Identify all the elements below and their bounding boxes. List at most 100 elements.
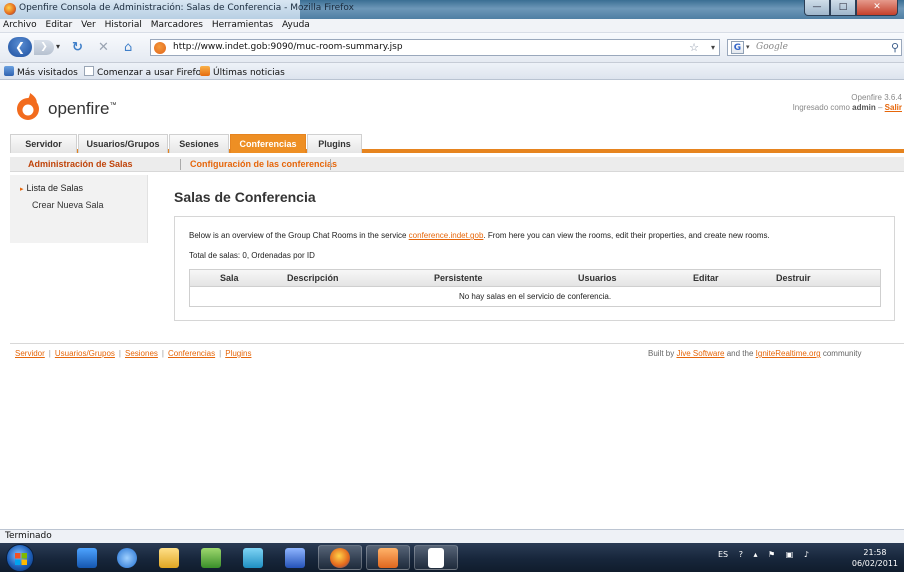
language-indicator[interactable]: ES: [718, 550, 728, 559]
clock[interactable]: 21:58 06/02/2011: [852, 547, 898, 569]
taskbar-app[interactable]: [234, 545, 272, 570]
sidebar: ▸ Lista de Salas Crear Nueva Sala: [10, 175, 148, 243]
taskbar-document[interactable]: [414, 545, 458, 570]
page-content: openfire™ Openfire 3.6.4 Ingresado como …: [0, 81, 904, 529]
status-text: Terminado: [5, 531, 52, 541]
tab-usuarios-grupos[interactable]: Usuarios/Grupos: [78, 134, 168, 153]
url-dropdown-icon[interactable]: ▾: [711, 43, 715, 52]
footer-separator: |: [118, 349, 121, 358]
media-player-icon: [77, 547, 97, 568]
reload-icon[interactable]: ↻: [72, 40, 83, 55]
flag-icon[interactable]: ⚑: [768, 550, 775, 559]
column-sala: Sala: [220, 273, 239, 283]
menu-editar[interactable]: Editar: [43, 19, 76, 31]
subtab-administracion-salas[interactable]: Administración de Salas: [28, 159, 133, 169]
start-button[interactable]: [6, 544, 34, 572]
taskbar-firefox[interactable]: [318, 545, 362, 570]
rss-icon: [200, 66, 210, 76]
sidebar-item-lista-salas[interactable]: ▸ Lista de Salas: [20, 183, 83, 193]
menu-archivo[interactable]: Archivo: [0, 19, 40, 31]
bookmark-label: Comenzar a usar Firefox: [97, 68, 207, 78]
logo-text: openfire™: [48, 99, 116, 119]
bookmark-latest-news[interactable]: Últimas noticias: [200, 66, 285, 78]
taskbar-window[interactable]: [366, 545, 410, 570]
taskbar-media-player[interactable]: [68, 545, 106, 570]
tab-servidor[interactable]: Servidor: [10, 134, 77, 153]
rooms-panel: Below is an overview of the Group Chat R…: [174, 216, 895, 321]
intro-after: . From here you can view the rooms, edit…: [483, 231, 770, 240]
forward-button[interactable]: ❯: [34, 40, 54, 55]
sidebar-item-label: Lista de Salas: [26, 183, 84, 193]
history-dropdown-icon[interactable]: ▾: [56, 42, 60, 51]
url-text[interactable]: http://www.indet.gob:9090/muc-room-summa…: [173, 42, 403, 52]
menu-ver[interactable]: Ver: [78, 19, 99, 31]
footer-separator: |: [48, 349, 51, 358]
tray-expand-icon[interactable]: ▴: [753, 550, 757, 559]
igniterealtime-link[interactable]: IgniteRealtime.org: [756, 349, 821, 358]
chevron-right-icon: ▸: [20, 186, 24, 193]
windows-logo-icon: [15, 553, 27, 565]
engine-dropdown-icon[interactable]: ▾: [746, 43, 750, 51]
status-bar: Terminado: [0, 529, 904, 543]
menu-ayuda[interactable]: Ayuda: [279, 19, 313, 31]
footer-link-sesiones[interactable]: Sesiones: [125, 349, 158, 358]
bookmark-getting-started[interactable]: Comenzar a usar Firefox: [84, 66, 206, 78]
jive-software-link[interactable]: Jive Software: [676, 349, 724, 358]
trademark-mark: ™: [109, 102, 117, 109]
search-bar[interactable]: G ▾ Google ⚲: [727, 39, 902, 56]
close-button[interactable]: ✕: [856, 0, 898, 16]
address-bar[interactable]: http://www.indet.gob:9090/muc-room-summa…: [150, 39, 720, 56]
network-tray-icon[interactable]: ▣: [786, 550, 794, 559]
footer-link-plugins[interactable]: Plugins: [225, 349, 251, 358]
menu-marcadores[interactable]: Marcadores: [148, 19, 206, 31]
footer-link-servidor[interactable]: Servidor: [15, 349, 45, 358]
window-app-icon: [378, 547, 398, 568]
tab-plugins[interactable]: Plugins: [307, 134, 362, 153]
window-title: Openfire Consola de Administración: Sala…: [19, 3, 354, 13]
maximize-button[interactable]: □: [830, 0, 856, 16]
intro-text: Below is an overview of the Group Chat R…: [189, 231, 770, 240]
document-icon: [428, 547, 444, 568]
home-icon[interactable]: ⌂: [124, 40, 132, 55]
search-icon[interactable]: ⚲: [891, 41, 899, 54]
logout-link[interactable]: Salir: [885, 103, 902, 112]
credits-mid: and the: [726, 349, 754, 358]
column-usuarios: Usuarios: [578, 273, 617, 283]
sub-tabs: Administración de Salas Configuración de…: [10, 157, 904, 172]
main-tabs: Servidor Usuarios/Grupos Sesiones Confer…: [10, 134, 904, 153]
firefox-icon: [330, 547, 350, 568]
minimize-button[interactable]: —: [804, 0, 830, 16]
rooms-table: Sala Descripción Persistente Usuarios Ed…: [189, 269, 881, 307]
username: admin: [852, 103, 876, 112]
menu-herramientas[interactable]: Herramientas: [209, 19, 276, 31]
taskbar-internet-explorer[interactable]: [108, 545, 146, 570]
bookmarks-toolbar: Más visitados Comenzar a usar Firefox Úl…: [0, 63, 904, 80]
taskbar-network[interactable]: [192, 545, 230, 570]
help-icon[interactable]: ?: [739, 550, 743, 559]
subtab-configuracion[interactable]: Configuración de las conferencias: [190, 159, 337, 169]
bookmark-most-visited[interactable]: Más visitados: [4, 66, 78, 78]
google-engine-icon[interactable]: G: [731, 41, 744, 54]
back-button[interactable]: ❮: [8, 37, 32, 57]
menu-historial[interactable]: Historial: [102, 19, 145, 31]
most-visited-icon: [4, 66, 14, 76]
bookmark-label: Más visitados: [17, 68, 78, 78]
search-input[interactable]: Google: [756, 42, 788, 52]
tab-conferencias[interactable]: Conferencias: [230, 134, 306, 153]
tab-sesiones[interactable]: Sesiones: [169, 134, 229, 153]
stop-icon[interactable]: ✕: [98, 40, 109, 55]
taskbar-explorer[interactable]: [150, 545, 188, 570]
service-link[interactable]: conference.indet.gob: [409, 231, 484, 240]
taskbar-word[interactable]: [276, 545, 314, 570]
volume-icon[interactable]: ♪: [804, 550, 809, 559]
sidebar-item-crear-sala[interactable]: Crear Nueva Sala: [32, 200, 104, 210]
footer-separator: |: [219, 349, 222, 358]
bookmark-star-icon[interactable]: ☆: [689, 41, 699, 54]
logout-separator: –: [877, 103, 883, 112]
footer-link-conferencias[interactable]: Conferencias: [168, 349, 215, 358]
folder-icon: [159, 547, 179, 568]
window-titlebar: Openfire Consola de Administración: Sala…: [0, 0, 904, 19]
bookmark-label: Últimas noticias: [213, 68, 285, 78]
footer-separator: |: [161, 349, 164, 358]
footer-link-usuarios-grupos[interactable]: Usuarios/Grupos: [55, 349, 115, 358]
